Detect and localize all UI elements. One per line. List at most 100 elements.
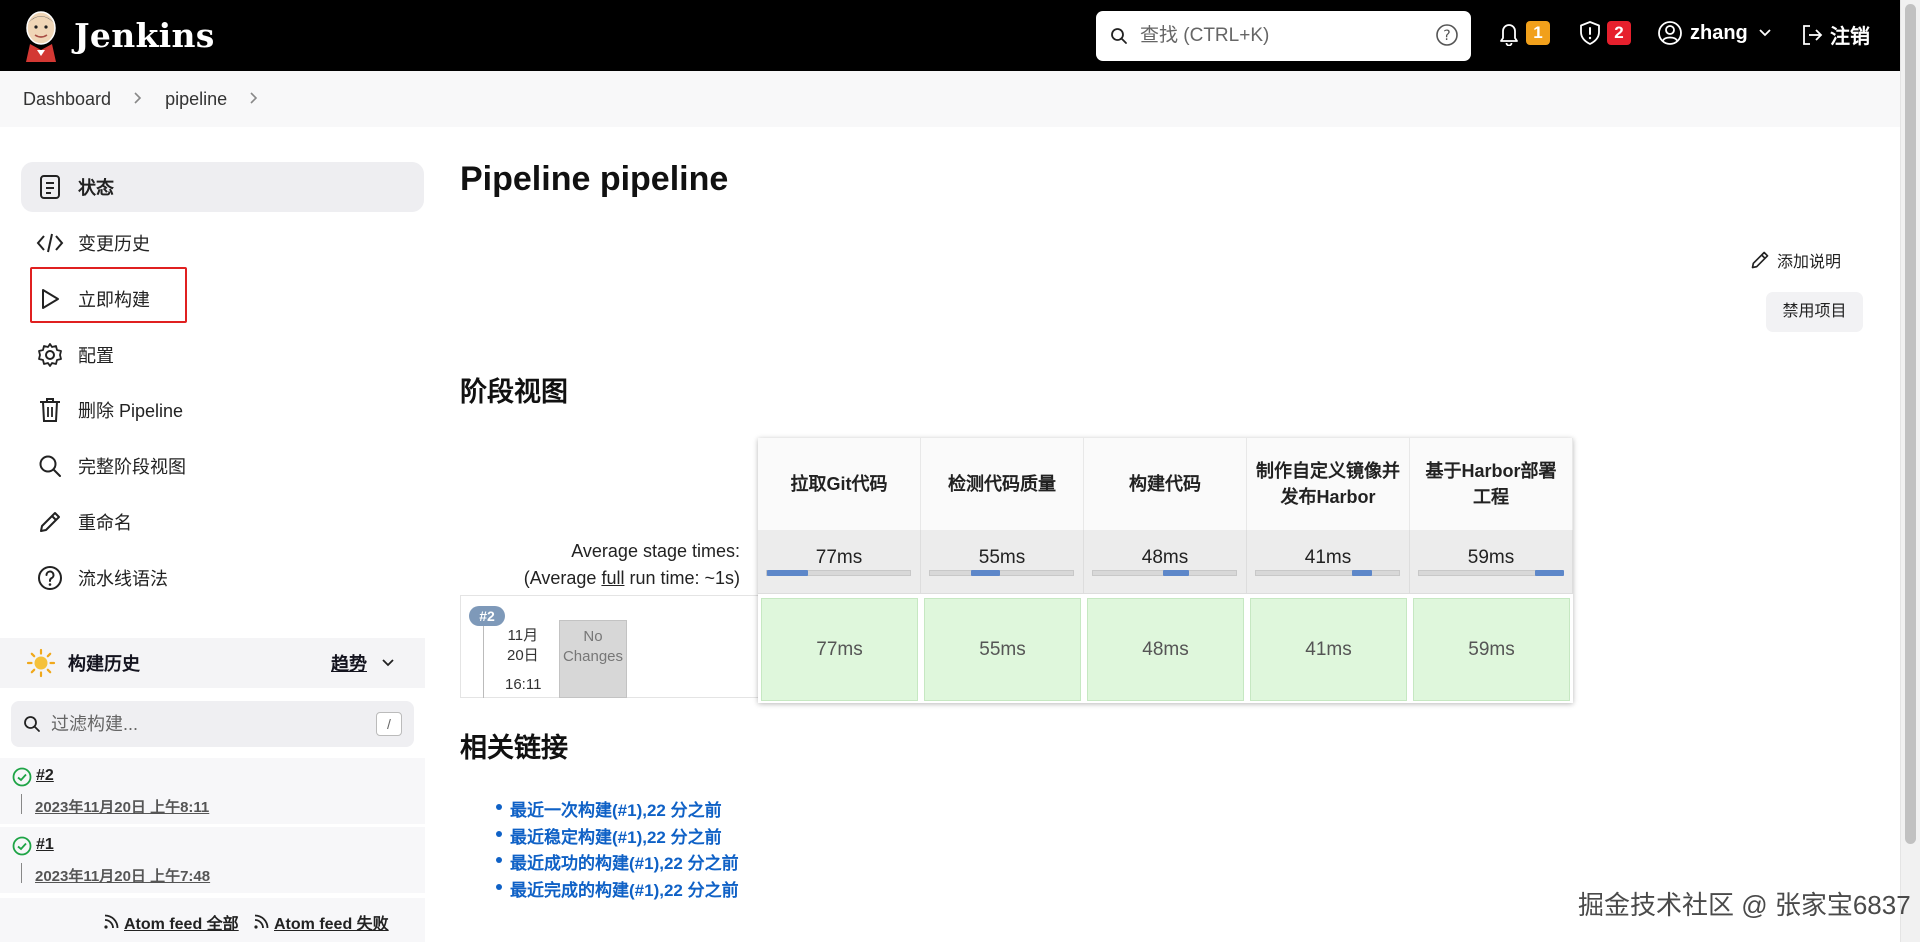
run-row-info[interactable]: #2 11月 20日 16:11 No Changes <box>460 595 758 698</box>
breadcrumb-dashboard[interactable]: Dashboard <box>23 89 111 110</box>
related-link-last-completed[interactable]: 最近完成的构建(#1),22 分之前 <box>496 876 739 903</box>
build-row[interactable]: #1 2023年11月20日 上午7:48 <box>0 827 425 893</box>
atom-feed-row: Atom feed 全部 Atom feed 失败 <box>0 898 425 942</box>
related-link-last-successful[interactable]: 最近成功的构建(#1),22 分之前 <box>496 849 739 876</box>
stage-progress-bar <box>929 570 1074 576</box>
search-icon <box>1110 27 1128 45</box>
security-count-badge: 2 <box>1607 21 1631 45</box>
build-number-link[interactable]: #2 <box>36 767 54 785</box>
atom-feed-failed-label: Atom feed 失败 <box>274 916 389 933</box>
notifications-button[interactable]: 1 <box>1497 20 1550 46</box>
sidebar-item-changes[interactable]: 变更历史 <box>21 218 424 268</box>
trash-icon <box>35 395 65 425</box>
average-run-suffix: run time: ~1s) <box>624 568 740 588</box>
related-link-last-build[interactable]: 最近一次构建(#1),22 分之前 <box>496 796 739 823</box>
page-scrollbar[interactable] <box>1900 0 1920 942</box>
stage-progress-fill <box>1162 570 1189 576</box>
add-description-button[interactable]: 添加说明 <box>1750 248 1841 272</box>
run-date: 11月 20日 <box>507 626 539 666</box>
search-input[interactable] <box>1140 25 1410 47</box>
full-run-link[interactable]: full <box>601 568 624 588</box>
sun-icon <box>26 648 56 678</box>
build-date-link[interactable]: 2023年11月20日 上午7:48 <box>35 865 210 886</box>
average-stage-times-label: Average stage times: (Average full run t… <box>460 538 740 592</box>
stage-progress-bar <box>1092 570 1237 576</box>
app-title: Jenkins <box>74 16 215 55</box>
related-links-list: 最近一次构建(#1),22 分之前 最近稳定构建(#1),22 分之前 最近成功… <box>496 796 739 903</box>
build-filter-box[interactable]: / <box>11 701 414 747</box>
build-history-header: 构建历史 趋势 <box>0 638 425 688</box>
average-run-prefix: (Average <box>523 568 602 588</box>
stage-header: 基于Harbor部署工程 <box>1410 438 1573 530</box>
sidebar-item-delete-pipeline[interactable]: 删除 Pipeline <box>21 385 424 435</box>
trend-button[interactable]: 趋势 <box>331 650 395 676</box>
timeline-line <box>21 863 22 883</box>
sidebar-item-configure[interactable]: 配置 <box>21 330 424 380</box>
jenkins-logo-link[interactable]: Jenkins <box>22 10 215 62</box>
user-icon <box>1657 20 1683 46</box>
logout-button[interactable]: 注销 <box>1800 20 1870 49</box>
sidebar-item-full-stage-view[interactable]: 完整阶段视图 <box>21 441 424 491</box>
search-box[interactable]: ? <box>1096 11 1471 61</box>
stage-progress-bar <box>1418 570 1564 576</box>
stage-progress-fill <box>1535 570 1564 576</box>
stage-run-cell[interactable]: 77ms <box>761 598 918 701</box>
average-run-time-line: (Average full run time: ~1s) <box>460 565 740 592</box>
stage-average-cell: 55ms <box>921 530 1084 594</box>
sidebar-item-rename[interactable]: 重命名 <box>21 497 424 547</box>
build-row[interactable]: #2 2023年11月20日 上午8:11 <box>0 758 425 824</box>
build-filter-input[interactable] <box>51 713 351 735</box>
stage-view-title: 阶段视图 <box>460 377 568 407</box>
timeline-line <box>21 794 22 814</box>
sidebar-item-label: 删除 Pipeline <box>78 401 184 421</box>
notification-count-badge: 1 <box>1526 21 1550 45</box>
stage-run-cell[interactable]: 41ms <box>1250 598 1407 701</box>
stage-average-cell: 59ms <box>1410 530 1573 594</box>
related-link-last-stable[interactable]: 最近稳定构建(#1),22 分之前 <box>496 823 739 850</box>
breadcrumb: Dashboard pipeline <box>0 71 1900 127</box>
atom-feed-all-label: Atom feed 全部 <box>124 916 239 933</box>
build-number-link[interactable]: #1 <box>36 836 54 854</box>
help-icon[interactable]: ? <box>1435 23 1459 52</box>
atom-feed-failed-link[interactable]: Atom feed 失败 <box>253 910 389 934</box>
stage-average-time: 59ms <box>1467 547 1515 568</box>
sidebar-item-pipeline-syntax[interactable]: 流水线语法 <box>21 553 424 603</box>
scrollbar-thumb[interactable] <box>1905 4 1916 844</box>
gear-icon <box>35 340 65 370</box>
security-button[interactable]: 2 <box>1578 20 1631 46</box>
run-number-badge[interactable]: #2 <box>469 606 505 626</box>
trend-label: 趋势 <box>331 654 367 674</box>
disable-project-button[interactable]: 禁用项目 <box>1766 292 1863 332</box>
run-date-month: 11月 <box>507 627 539 644</box>
sidebar-item-label: 变更历史 <box>78 234 150 254</box>
rss-icon <box>253 914 269 930</box>
build-date-link[interactable]: 2023年11月20日 上午8:11 <box>35 796 209 817</box>
breadcrumb-pipeline[interactable]: pipeline <box>165 89 227 110</box>
stage-run-cell[interactable]: 59ms <box>1413 598 1570 701</box>
user-menu[interactable]: zhang <box>1657 20 1772 46</box>
atom-feed-all-link[interactable]: Atom feed 全部 <box>103 910 239 934</box>
stage-average-cell: 41ms <box>1247 530 1410 594</box>
logout-label: 注销 <box>1830 26 1870 48</box>
sidebar-item-status[interactable]: 状态 <box>21 162 424 212</box>
watermark-text: 掘金技术社区 @ 张家宝6837 <box>1578 890 1911 920</box>
svg-text:?: ? <box>1443 28 1450 44</box>
average-stage-times-line: Average stage times: <box>571 541 740 561</box>
logout-icon <box>1800 23 1824 47</box>
stage-run-cell[interactable]: 55ms <box>924 598 1081 701</box>
shield-icon <box>1578 20 1602 46</box>
stage-progress-bar <box>766 570 911 576</box>
stage-progress-fill <box>767 570 808 576</box>
user-name: zhang <box>1690 21 1748 44</box>
stage-average-time: 48ms <box>1141 547 1189 568</box>
pencil-icon <box>35 507 65 537</box>
timeline-line <box>483 626 484 698</box>
stage-progress-fill <box>970 570 1000 576</box>
no-changes-box: No Changes <box>559 620 627 698</box>
stage-run-cell[interactable]: 48ms <box>1087 598 1244 701</box>
page-title: Pipeline pipeline <box>460 160 729 198</box>
sidebar-item-label: 重命名 <box>78 513 132 533</box>
annotation-highlight-box <box>30 267 187 323</box>
add-description-label: 添加说明 <box>1777 254 1842 271</box>
chevron-right-icon[interactable] <box>249 89 259 110</box>
